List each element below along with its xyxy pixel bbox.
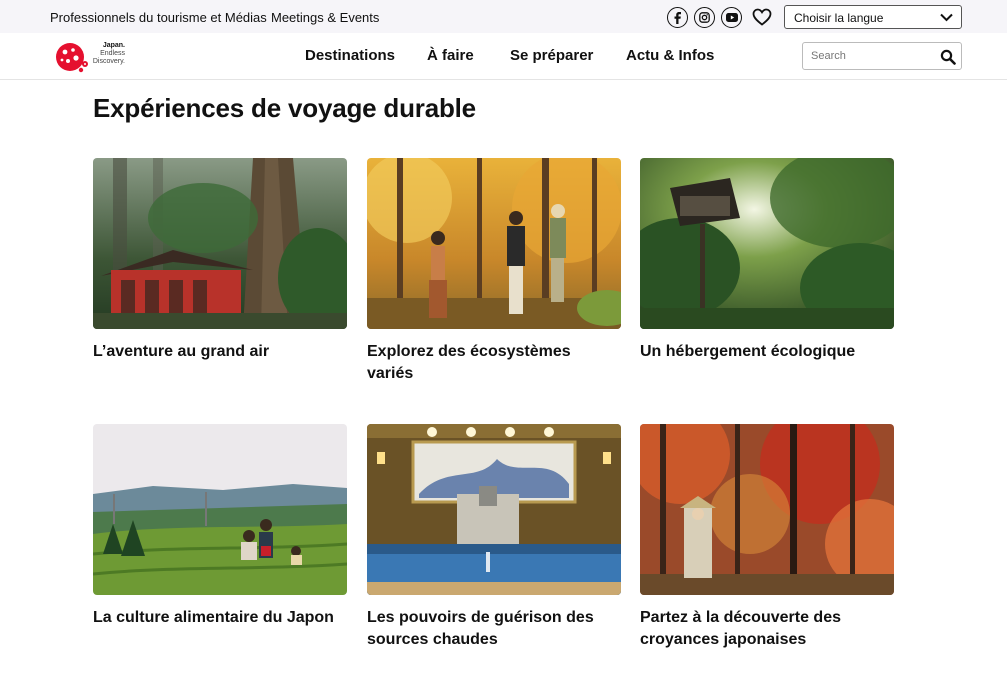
card-food-culture[interactable]: La culture alimentaire du Japon (93, 424, 347, 629)
link-professionals[interactable]: Professionnels du tourisme et Médias (50, 10, 267, 25)
card-hot-springs[interactable]: Les pouvoirs de guérison des sources cha… (367, 424, 621, 651)
card-ecosystems[interactable]: Explorez des écosystèmes variés (367, 158, 621, 385)
card-image[interactable] (640, 158, 894, 329)
magnifier-icon[interactable] (940, 49, 956, 65)
card-image[interactable] (367, 424, 621, 595)
card-image[interactable] (93, 424, 347, 595)
card-eco-accommodation[interactable]: Un hébergement écologique (640, 158, 894, 363)
card-title[interactable]: Partez à la découverte des croyances jap… (640, 607, 894, 651)
heart-icon[interactable] (752, 8, 772, 26)
card-title[interactable]: Un hébergement écologique (640, 341, 894, 363)
youtube-icon[interactable] (721, 7, 742, 28)
language-select[interactable]: Choisir la langue (784, 5, 962, 29)
card-title[interactable]: La culture alimentaire du Japon (93, 607, 347, 629)
nav-se-preparer[interactable]: Se préparer (510, 47, 593, 64)
search-input[interactable] (811, 47, 931, 65)
search-box (802, 42, 962, 70)
language-select-label: Choisir la langue (794, 11, 884, 25)
instagram-icon[interactable] (694, 7, 715, 28)
card-title[interactable]: L’aventure au grand air (93, 341, 347, 363)
logo-line-3: Discovery. (92, 58, 125, 65)
card-image[interactable] (93, 158, 347, 329)
chevron-down-icon (940, 13, 953, 22)
card-outdoor-adventure[interactable]: L’aventure au grand air (93, 158, 347, 363)
nav-actu-infos[interactable]: Actu & Infos (626, 47, 714, 64)
facebook-icon[interactable] (667, 7, 688, 28)
nav-a-faire[interactable]: À faire (427, 47, 474, 64)
nav-destinations[interactable]: Destinations (305, 47, 395, 64)
site-logo[interactable]: Japan. Endless Discovery. (54, 39, 134, 75)
sakura-logo-icon (56, 43, 88, 73)
logo-line-2: Endless (100, 50, 125, 57)
logo-wordmark: Japan. Endless Discovery. (87, 42, 125, 66)
logo-line-1: Japan. (102, 42, 125, 49)
card-japanese-beliefs[interactable]: Partez à la découverte des croyances jap… (640, 424, 894, 651)
main-header: Japan. Endless Discovery. Destinations À… (0, 33, 1007, 80)
link-meetings-events[interactable]: Meetings & Events (271, 10, 379, 25)
card-image[interactable] (640, 424, 894, 595)
card-title[interactable]: Explorez des écosystèmes variés (367, 341, 621, 385)
card-image[interactable] (367, 158, 621, 329)
page-title: Expériences de voyage durable (93, 93, 476, 123)
utility-bar: Professionnels du tourisme et Médias Mee… (0, 0, 1007, 33)
card-title[interactable]: Les pouvoirs de guérison des sources cha… (367, 607, 621, 651)
